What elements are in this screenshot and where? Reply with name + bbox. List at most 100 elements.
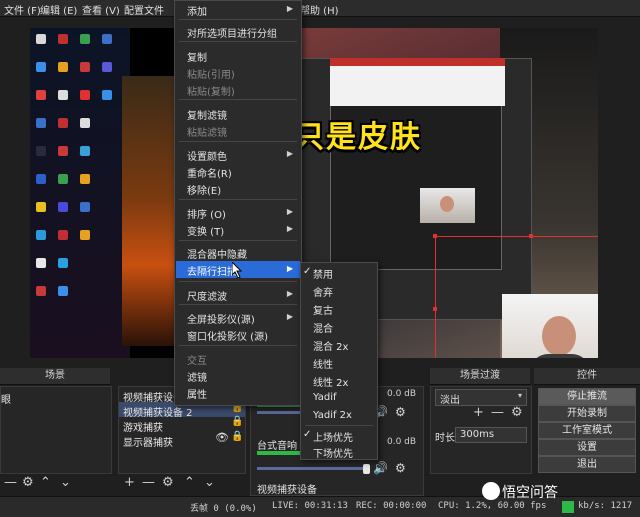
chevron-right-icon: ▶ (286, 312, 293, 321)
menu-item-add[interactable]: 添加 (187, 3, 207, 18)
transitions-panel: 淡出 ▾ + — ⚙ 时长 300ms (430, 386, 532, 474)
chevron-right-icon: ▶ (286, 4, 293, 13)
move-up-icon[interactable]: ⌃ (40, 475, 51, 490)
eye-icon[interactable]: 👁 (215, 431, 229, 444)
move-down-icon[interactable]: ⌄ (204, 475, 215, 490)
menu-item-remove[interactable]: 移除(E) (187, 182, 221, 197)
deinterlace-retro[interactable]: 复古 (313, 302, 333, 317)
dropped-frames: 丢帧 0 (0.0%) (190, 504, 257, 514)
mixer-channel-label: 视频捕获设备 (257, 485, 317, 496)
move-down-icon[interactable]: ⌄ (60, 475, 71, 490)
menu-item-paste-dup: 粘贴(复制) (187, 87, 235, 98)
webcam-small (420, 188, 475, 223)
menu-item-deinterlacing[interactable]: 去隔行扫描 (187, 263, 237, 278)
menu-item-properties[interactable]: 属性 (187, 386, 207, 401)
menu-item-group[interactable]: 对所选项目进行分组 (187, 25, 277, 40)
menu-item-interact: 交互 (187, 356, 207, 367)
desktop-capture (30, 28, 130, 358)
menu-help[interactable]: 帮助 (H) (300, 2, 339, 17)
speaker-icon[interactable]: 🔊 (373, 461, 388, 475)
field-order-bottom[interactable]: 下场优先 (313, 445, 353, 460)
list-item[interactable]: 眼 (1, 391, 11, 406)
deinterlace-blend[interactable]: 混合 (313, 320, 333, 335)
deinterlace-discard[interactable]: 舍弃 (313, 284, 333, 299)
remove-source-icon[interactable]: — (142, 475, 155, 490)
menu-profile[interactable]: 配置文件 (124, 2, 164, 17)
source-context-menu: 添加 ▶ 对所选项目进行分组 复制 粘贴(引用) 粘贴(复制) 复制滤镜 粘贴滤… (174, 0, 302, 406)
menu-file[interactable]: 文件 (F) (4, 2, 41, 17)
menu-item-filters[interactable]: 滤镜 (187, 369, 207, 384)
transitions-header: 场景过渡 (430, 368, 530, 385)
stream-health-indicator (562, 501, 574, 513)
deinterlace-yadif[interactable]: Yadif (313, 392, 337, 403)
menu-item-windowed-projector[interactable]: 窗口化投影仪 (源) (187, 328, 268, 343)
sources-toolbar: + — ⚙ ⌃ ⌄ (118, 474, 244, 494)
deinterlace-yadif-2x[interactable]: Yadif 2x (313, 410, 352, 421)
chevron-right-icon: ▶ (286, 149, 293, 158)
mixer-channel-label: 台式音响 (257, 441, 297, 452)
studio-mode-button[interactable]: 工作室模式 (538, 422, 636, 439)
menu-item-rename[interactable]: 重命名(R) (187, 165, 232, 180)
duration-input[interactable]: 300ms (455, 427, 527, 443)
watermark-text: 悟空问答 (502, 485, 558, 501)
stop-streaming-button[interactable]: 停止推流 (538, 388, 636, 405)
source-selection-box[interactable] (433, 234, 598, 358)
browser-window (330, 58, 505, 106)
scenes-list[interactable]: 眼 (0, 386, 112, 474)
list-item[interactable]: 显示器捕获 (123, 434, 173, 449)
lock-icon[interactable]: 🔒 (231, 431, 243, 442)
controls-panel: 停止推流 开始录制 工作室模式 设置 退出 (534, 386, 640, 473)
menu-item-order[interactable]: 排序 (O) (187, 206, 226, 221)
chevron-right-icon: ▶ (286, 264, 293, 273)
menu-item-scale-filter[interactable]: 尺度滤波 (187, 288, 227, 303)
scenes-header: 场景 (0, 368, 110, 385)
bitrate: kb/s: 1217 (578, 501, 633, 511)
add-source-icon[interactable]: + (124, 475, 135, 490)
chevron-right-icon: ▶ (286, 224, 293, 233)
chevron-down-icon: ▾ (517, 391, 522, 400)
menu-item-fullscreen-projector[interactable]: 全屏投影仪(源) (187, 311, 255, 326)
chevron-right-icon: ▶ (286, 207, 293, 216)
check-icon: ✓ (303, 266, 312, 277)
rec-timer: REC: 00:00:00 (356, 501, 427, 511)
add-transition-icon[interactable]: + (473, 405, 484, 420)
mixer-db-label: 0.0 dB (387, 437, 417, 447)
remove-transition-icon[interactable]: — (491, 405, 504, 420)
menu-item-transform[interactable]: 变换 (T) (187, 223, 224, 238)
remove-scene-icon[interactable]: — (4, 475, 17, 490)
transition-settings-icon[interactable]: ⚙ (511, 405, 523, 420)
menubar: 文件 (F) 编辑 (E) 查看 (V) 配置文件 帮助 (H) (0, 0, 640, 17)
live-timer: LIVE: 00:31:13 (272, 501, 348, 511)
mixer-db-label: 0.0 dB (387, 389, 417, 399)
menu-edit[interactable]: 编辑 (E) (40, 2, 77, 17)
list-item[interactable]: 游戏捕获 (123, 419, 163, 434)
menu-item-hide-in-mixer[interactable]: 混合器中隐藏 (187, 246, 247, 261)
menu-item-set-color[interactable]: 设置颜色 (187, 148, 227, 163)
list-item-selected[interactable]: 视频捕获设备 2 (123, 404, 193, 419)
menu-item-paste-filters: 粘贴滤镜 (187, 128, 227, 139)
scenes-toolbar: — ⚙ ⌃ ⌄ (0, 474, 110, 494)
scene-settings-icon[interactable]: ⚙ (22, 475, 34, 490)
exit-button[interactable]: 退出 (538, 456, 636, 473)
volume-slider[interactable] (257, 467, 367, 470)
lock-icon[interactable]: 🔒 (231, 416, 243, 427)
chevron-right-icon: ▶ (286, 289, 293, 298)
deinterlace-linear-2x[interactable]: 线性 2x (313, 374, 348, 389)
menu-view[interactable]: 查看 (V) (82, 2, 120, 17)
menu-item-copy[interactable]: 复制 (187, 49, 207, 64)
deinterlace-disable[interactable]: 禁用 (313, 266, 333, 281)
controls-header: 控件 (534, 368, 640, 385)
field-order-top[interactable]: 上场优先 (313, 429, 353, 444)
settings-button[interactable]: 设置 (538, 439, 636, 456)
gear-icon[interactable]: ⚙ (395, 461, 406, 475)
source-settings-icon[interactable]: ⚙ (162, 475, 174, 490)
start-recording-button[interactable]: 开始录制 (538, 405, 636, 422)
transition-select[interactable]: 淡出 ▾ (435, 389, 527, 406)
move-up-icon[interactable]: ⌃ (184, 475, 195, 490)
deinterlace-blend-2x[interactable]: 混合 2x (313, 338, 348, 353)
menu-item-copy-filters[interactable]: 复制滤镜 (187, 107, 227, 122)
deinterlace-submenu: ✓ 禁用 舍弃 复古 混合 混合 2x 线性 线性 2x Yadif Yadif… (300, 262, 378, 460)
gear-icon[interactable]: ⚙ (395, 405, 406, 419)
deinterlace-linear[interactable]: 线性 (313, 356, 333, 371)
menu-item-paste-ref: 粘贴(引用) (187, 70, 235, 81)
